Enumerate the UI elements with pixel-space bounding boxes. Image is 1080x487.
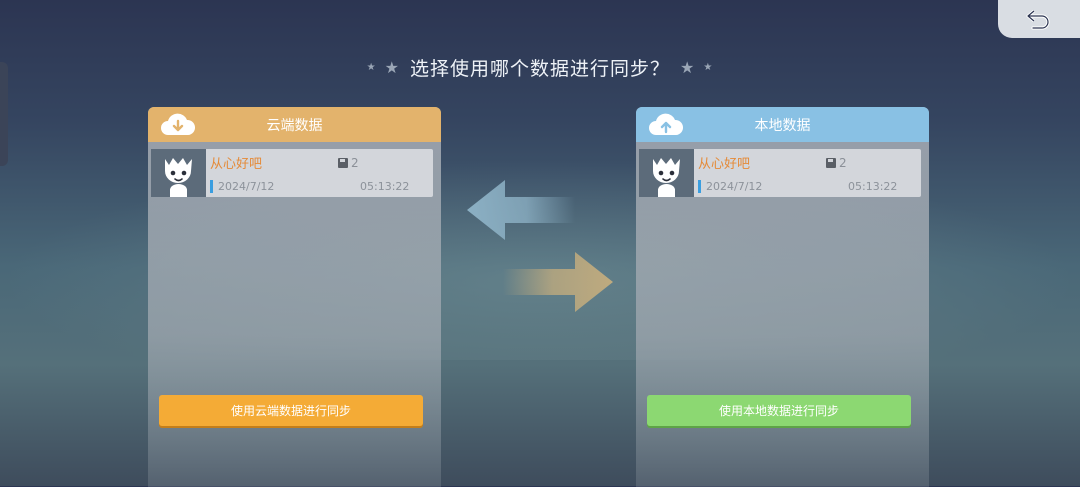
save-disk-icon <box>338 158 348 168</box>
arrow-right-icon <box>503 252 613 312</box>
local-data-panel: 本地数据 从心好吧 2 2024/7/12 05:13:22 使用本地数据进行同… <box>636 107 929 487</box>
save-name: 从心好吧 <box>698 157 751 172</box>
save-name: 从心好吧 <box>210 157 263 172</box>
save-time: 05:13:22 <box>360 180 410 193</box>
star-icon: ★ <box>703 61 714 73</box>
character-avatar-icon <box>165 158 192 197</box>
avatar <box>151 149 206 197</box>
star-icon: ★ <box>366 61 377 73</box>
cloud-data-panel: 云端数据 从心好吧 2 2024/7/12 05:13:22 使用云端数据进行同… <box>148 107 441 487</box>
save-count-value: 2 <box>351 156 359 170</box>
local-panel-header: 本地数据 <box>636 107 929 142</box>
local-save-card[interactable]: 从心好吧 2 2024/7/12 05:13:22 <box>639 149 921 197</box>
save-count-value: 2 <box>839 156 847 170</box>
sync-direction-arrows <box>467 180 613 312</box>
cloud-panel-header: 云端数据 <box>148 107 441 142</box>
dialog-title-row: ★ ★ 选择使用哪个数据进行同步？ ★ ★ <box>0 52 1080 82</box>
title-stars-left: ★ ★ <box>367 58 400 77</box>
title-stars-right: ★ ★ <box>680 58 713 77</box>
local-panel-title: 本地数据 <box>754 117 811 134</box>
save-slot-count: 2 <box>338 156 359 170</box>
star-icon: ★ <box>384 57 400 77</box>
dialog-title: 选择使用哪个数据进行同步？ <box>409 57 670 80</box>
cloud-download-icon <box>161 113 196 135</box>
arrow-left-icon <box>467 180 575 240</box>
cloud-save-card[interactable]: 从心好吧 2 2024/7/12 05:13:22 <box>151 149 433 197</box>
save-date: 2024/7/12 <box>210 180 274 193</box>
star-icon: ★ <box>680 57 696 77</box>
back-button[interactable] <box>998 0 1080 38</box>
save-disk-icon <box>826 158 836 168</box>
save-date: 2024/7/12 <box>698 180 762 193</box>
use-local-data-button[interactable]: 使用本地数据进行同步 <box>647 395 911 426</box>
save-slot-count: 2 <box>826 156 847 170</box>
cloud-upload-icon <box>649 113 684 135</box>
save-time: 05:13:22 <box>848 180 898 193</box>
use-cloud-data-button[interactable]: 使用云端数据进行同步 <box>159 395 423 426</box>
back-icon <box>1026 9 1050 30</box>
avatar <box>639 149 694 197</box>
character-avatar-icon <box>653 158 680 197</box>
cloud-panel-title: 云端数据 <box>266 117 323 134</box>
